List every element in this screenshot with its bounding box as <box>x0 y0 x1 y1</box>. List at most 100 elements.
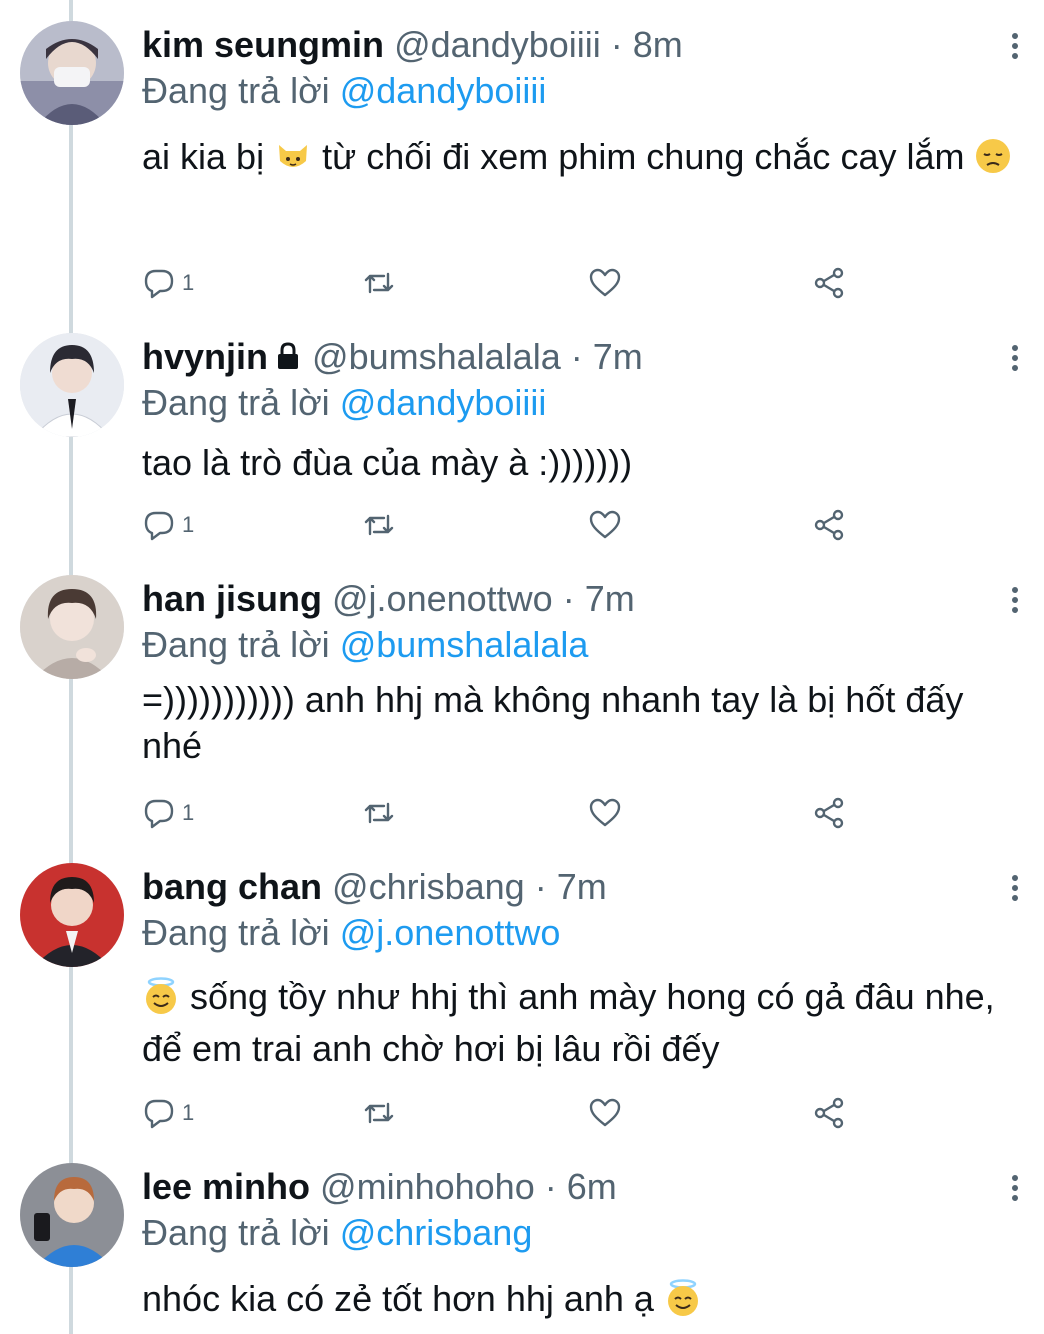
retweet-button[interactable] <box>362 793 396 833</box>
separator-dot: · <box>534 866 547 907</box>
share-icon <box>814 1097 844 1129</box>
avatar[interactable] <box>20 575 124 679</box>
reply-count: 1 <box>182 512 195 537</box>
smiling-face-with-halo-emoji <box>146 977 176 1014</box>
username[interactable]: @j.onenottwo <box>332 578 553 619</box>
mention-link[interactable]: @j.onenottwo <box>340 912 561 953</box>
reply-button[interactable]: 1 <box>142 793 194 833</box>
separator-dot: · <box>562 578 575 619</box>
share-button[interactable] <box>812 1093 846 1133</box>
display-name[interactable]: bang chan <box>142 866 322 907</box>
more-options-icon[interactable] <box>1000 343 1030 373</box>
separator-dot: · <box>570 336 583 377</box>
reply-icon <box>144 269 174 299</box>
reply-button[interactable]: 1 <box>142 505 194 545</box>
reply-count: 1 <box>182 270 195 295</box>
tweet-actions: 1 <box>142 793 1022 833</box>
mention-link[interactable]: @chrisbang <box>340 1212 533 1253</box>
share-button[interactable] <box>812 505 846 545</box>
reply-button[interactable]: 1 <box>142 263 194 303</box>
like-button[interactable] <box>588 505 622 545</box>
smiling-face-with-halo-emoji <box>667 1279 698 1316</box>
retweet-icon <box>364 802 394 824</box>
username[interactable]: @chrisbang <box>332 866 525 907</box>
retweet-icon <box>364 514 394 536</box>
retweet-button[interactable] <box>362 1093 396 1133</box>
username[interactable]: @minhohoho <box>320 1166 535 1207</box>
disappointed-face-emoji <box>976 139 1011 173</box>
share-button[interactable] <box>812 263 846 303</box>
replying-to-label: Đang trả lời <box>142 912 330 953</box>
like-icon <box>589 510 621 539</box>
display-name[interactable]: han jisung <box>142 578 322 619</box>
reply-icon <box>144 1099 174 1129</box>
tweet-text: nhóc kia có zẻ tốt hơn hhj anh ạ <box>142 1271 1022 1327</box>
separator-dot: · <box>610 24 623 65</box>
reply-icon <box>144 799 174 829</box>
replying-to: Đang trả lời @chrisbang <box>142 1209 532 1257</box>
replying-to: Đang trả lời @dandyboiiii <box>142 379 546 427</box>
like-button[interactable] <box>588 263 622 303</box>
tweet-header: bang chan @chrisbang · 7m <box>142 863 607 911</box>
timestamp[interactable]: 8m <box>633 24 683 65</box>
replying-to-label: Đang trả lời <box>142 624 330 665</box>
tweet-text-part: ai kia bị <box>142 136 265 177</box>
tweet-text-part: sống tồy như hhj thì anh mày hong có gả … <box>142 976 995 1069</box>
username[interactable]: @dandyboiiii <box>394 24 601 65</box>
reply-icon <box>144 511 174 541</box>
reply-count: 1 <box>182 1100 195 1125</box>
retweet-button[interactable] <box>362 505 396 545</box>
like-button[interactable] <box>588 1093 622 1133</box>
reply-button[interactable]: 1 <box>142 1093 194 1133</box>
replying-to-label: Đang trả lời <box>142 1212 330 1253</box>
like-button[interactable] <box>588 793 622 833</box>
tweet-actions: 1 <box>142 263 1022 303</box>
avatar[interactable] <box>20 863 124 967</box>
mention-link[interactable]: @dandyboiiii <box>340 70 547 111</box>
timestamp[interactable]: 7m <box>585 578 635 619</box>
tweet-actions: 1 <box>142 505 1022 545</box>
more-options-icon[interactable] <box>1000 31 1030 61</box>
tweet-text: =))))))))))) anh hhj mà không nhanh tay … <box>142 679 964 766</box>
mention-link[interactable]: @dandyboiiii <box>340 382 547 423</box>
tweet-text-part: từ chối đi xem phim chung chắc cay lắm <box>322 136 975 177</box>
tweet-header: kim seungmin @dandyboiiii · 8m <box>142 21 683 69</box>
cat-face-emoji <box>279 145 308 167</box>
username[interactable]: @bumshalalala <box>312 336 561 377</box>
like-icon <box>589 1098 621 1127</box>
timestamp[interactable]: 6m <box>567 1166 617 1207</box>
more-options-icon[interactable] <box>1000 873 1030 903</box>
more-options-icon[interactable] <box>1000 1173 1030 1203</box>
tweet-header: hvynjin @bumshalalala · 7m <box>142 333 643 381</box>
display-name[interactable]: hvynjin <box>142 336 268 377</box>
mention-link[interactable]: @bumshalalala <box>340 624 589 665</box>
like-icon <box>589 268 621 297</box>
share-icon <box>814 509 844 541</box>
share-button[interactable] <box>812 793 846 833</box>
timestamp[interactable]: 7m <box>593 336 643 377</box>
tweet-text: sống tồy như hhj thì anh mày hong có gả … <box>142 971 1022 1075</box>
retweet-button[interactable] <box>362 263 396 303</box>
replying-to: Đang trả lời @dandyboiiii <box>142 67 546 115</box>
replying-to: Đang trả lời @j.onenottwo <box>142 909 560 957</box>
retweet-icon <box>364 1102 394 1124</box>
tweet-text-part: nhóc kia có zẻ tốt hơn hhj anh ạ <box>142 1278 664 1319</box>
avatar[interactable] <box>20 333 124 437</box>
separator-dot: · <box>544 1166 557 1207</box>
display-name[interactable]: kim seungmin <box>142 24 384 65</box>
reply-count: 1 <box>182 800 195 825</box>
display-name[interactable]: lee minho <box>142 1166 310 1207</box>
like-icon <box>589 798 621 827</box>
tweet-header: lee minho @minhohoho · 6m <box>142 1163 617 1211</box>
replying-to: Đang trả lời @bumshalalala <box>142 621 588 669</box>
avatar[interactable] <box>20 21 124 125</box>
tweet-text: tao là trò đùa của mày à :))))))) <box>142 442 633 483</box>
timestamp[interactable]: 7m <box>557 866 607 907</box>
retweet-icon <box>364 272 394 294</box>
more-options-icon[interactable] <box>1000 585 1030 615</box>
avatar[interactable] <box>20 1163 124 1267</box>
replying-to-label: Đang trả lời <box>142 382 330 423</box>
share-icon <box>814 797 844 829</box>
replying-to-label: Đang trả lời <box>142 70 330 111</box>
lock-icon <box>278 342 299 369</box>
